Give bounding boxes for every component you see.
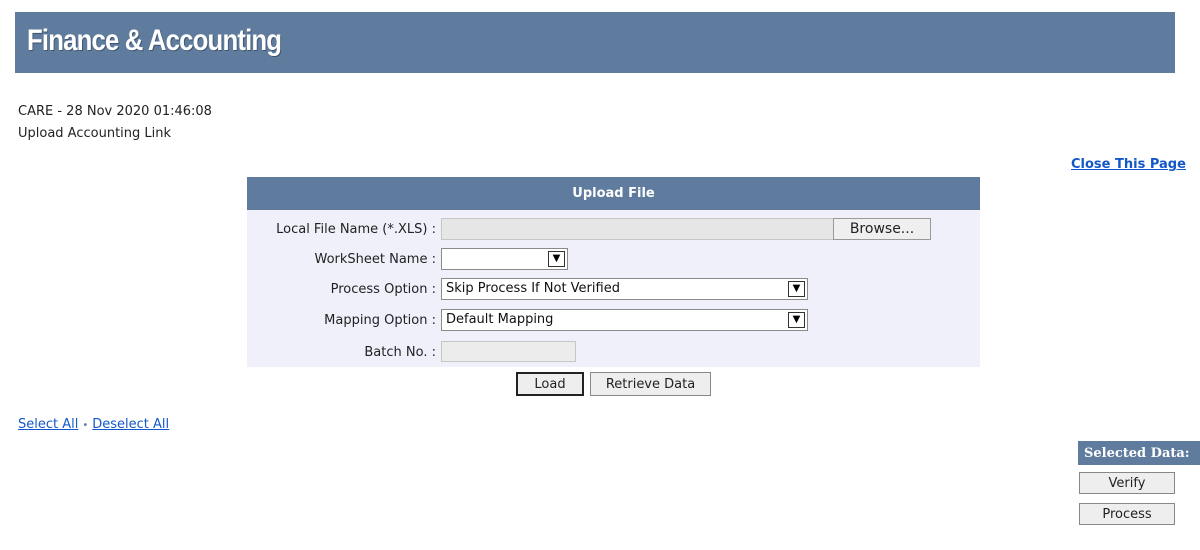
header-banner: Finance & Accounting	[15, 12, 1175, 73]
selection-links: Select All • Deselect All	[18, 417, 169, 432]
worksheet-label: WorkSheet Name :	[314, 252, 436, 267]
bullet-separator: •	[82, 420, 89, 431]
upload-file-panel: Upload File Local File Name (*.XLS) : Br…	[247, 177, 980, 367]
batch-row: Batch No. :	[247, 341, 980, 363]
process-option-value: Skip Process If Not Verified	[446, 281, 620, 296]
close-page-link[interactable]: Close This Page	[1071, 157, 1186, 172]
chevron-down-icon: ▼	[788, 281, 805, 297]
session-info: CARE - 28 Nov 2020 01:46:08	[18, 104, 212, 119]
mapping-option-label: Mapping Option :	[324, 313, 436, 328]
worksheet-row: WorkSheet Name : ▼	[247, 248, 980, 270]
browse-button[interactable]: Browse...	[833, 218, 931, 240]
mapping-option-select[interactable]: Default Mapping ▼	[441, 309, 808, 331]
verify-button[interactable]: Verify	[1079, 472, 1175, 494]
selected-data-header: Selected Data:	[1078, 441, 1200, 465]
select-all-link[interactable]: Select All	[18, 417, 78, 432]
process-option-label: Process Option :	[330, 282, 436, 297]
chevron-down-icon: ▼	[548, 251, 565, 267]
batch-number-input[interactable]	[441, 341, 576, 362]
page-title: Finance & Accounting	[27, 24, 282, 57]
deselect-all-link[interactable]: Deselect All	[92, 417, 169, 432]
page-subtitle: Upload Accounting Link	[18, 126, 172, 141]
local-file-input[interactable]	[441, 218, 835, 240]
file-label: Local File Name (*.XLS) :	[276, 222, 436, 237]
process-option-row: Process Option : Skip Process If Not Ver…	[247, 278, 980, 300]
file-row: Local File Name (*.XLS) : Browse...	[247, 218, 980, 240]
upload-panel-header: Upload File	[247, 177, 980, 210]
chevron-down-icon: ▼	[788, 312, 805, 328]
process-button[interactable]: Process	[1079, 503, 1175, 525]
mapping-option-value: Default Mapping	[446, 312, 554, 327]
process-option-select[interactable]: Skip Process If Not Verified ▼	[441, 278, 808, 300]
mapping-option-row: Mapping Option : Default Mapping ▼	[247, 309, 980, 331]
batch-label: Batch No. :	[364, 345, 436, 360]
retrieve-data-button[interactable]: Retrieve Data	[590, 372, 711, 396]
load-button[interactable]: Load	[516, 372, 584, 396]
worksheet-select[interactable]: ▼	[441, 248, 568, 270]
